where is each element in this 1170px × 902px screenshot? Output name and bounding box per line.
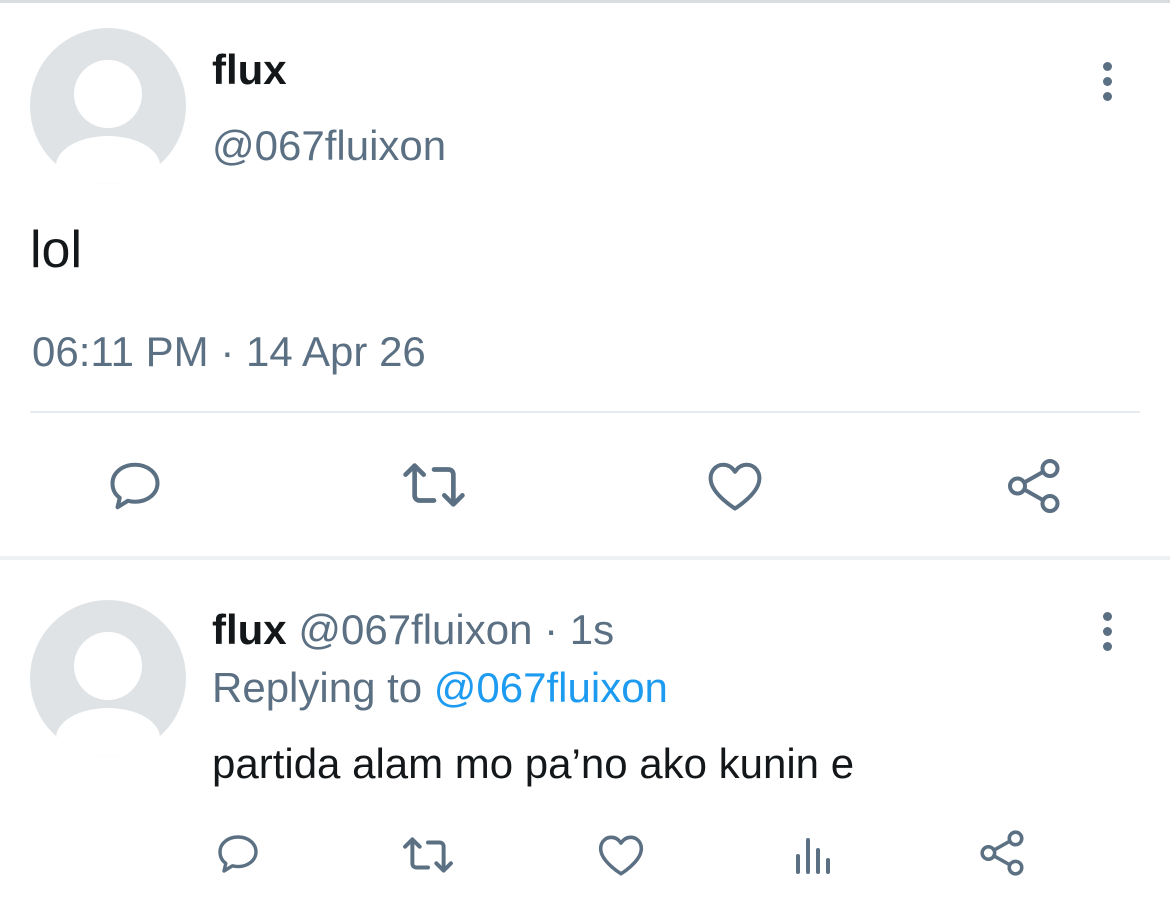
share-icon[interactable] [978, 828, 1028, 878]
reply-text: partida alam mo pa’no ako kunin e [212, 740, 855, 787]
reply-author-handle[interactable]: @067fluixon [298, 606, 532, 653]
divider [30, 411, 1140, 413]
top-border [0, 0, 1170, 11]
reply-icon[interactable] [214, 830, 262, 878]
section-divider [0, 556, 1170, 560]
reply-avatar[interactable] [30, 600, 186, 756]
replying-to-label: Replying to [212, 664, 423, 711]
replying-to: Replying to @067fluixon [212, 664, 668, 712]
reply-header: flux @067fluixon · 1s [212, 606, 614, 654]
tweet-timestamp: 06:11 PM · 14 Apr 26 [32, 328, 426, 375]
reply-icon[interactable] [105, 456, 165, 516]
heart-icon[interactable] [705, 458, 765, 514]
share-icon[interactable] [1004, 456, 1066, 516]
tweet-text: lol [30, 221, 83, 279]
author-handle[interactable]: @067fluixon [212, 122, 446, 170]
author-name[interactable]: flux [212, 46, 287, 94]
reply-author-name[interactable]: flux [212, 606, 287, 653]
retweet-icon[interactable] [400, 830, 456, 880]
more-vertical-icon[interactable] [1099, 612, 1115, 657]
avatar[interactable] [30, 28, 186, 184]
heart-icon[interactable] [596, 832, 646, 878]
retweet-icon[interactable] [400, 454, 468, 516]
replying-to-handle-link[interactable]: @067fluixon [434, 664, 668, 711]
more-vertical-icon[interactable] [1099, 62, 1115, 107]
analytics-icon[interactable] [792, 832, 836, 878]
reply-time: · 1s [544, 606, 615, 653]
